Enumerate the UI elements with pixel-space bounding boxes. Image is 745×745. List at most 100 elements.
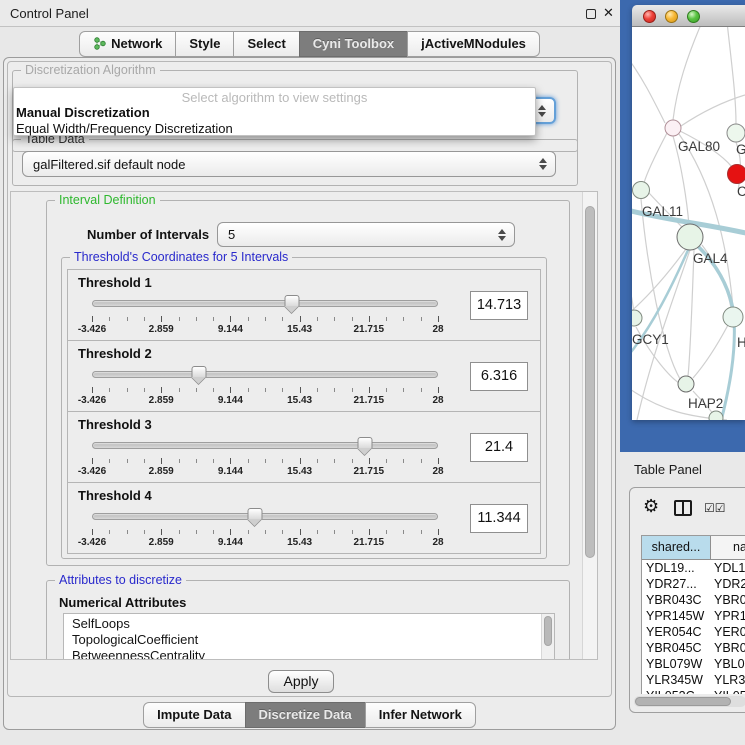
zoom-traffic-light-icon[interactable]	[687, 10, 700, 23]
network-view-window: GAL80 G GAL11 C GAL4 GCY1 H HAP2	[632, 5, 745, 420]
slider-track[interactable]	[92, 300, 438, 307]
tab-jactivemnodules[interactable]: jActiveMNodules	[407, 31, 540, 57]
threshold-slider[interactable]	[92, 295, 438, 313]
cell-shared-name: YBR043C	[642, 592, 711, 608]
threshold-value-field[interactable]: 14.713	[470, 291, 528, 320]
close-traffic-light-icon[interactable]	[643, 10, 656, 23]
tab-cyni-toolbox[interactable]: Cyni Toolbox	[299, 31, 408, 57]
threshold-value-field[interactable]: 11.344	[470, 504, 528, 533]
numerical-attributes-label: Numerical Attributes	[59, 595, 186, 610]
close-icon[interactable]: ✕	[603, 5, 614, 21]
threshold-value-field[interactable]: 21.4	[470, 433, 528, 462]
slider-track[interactable]	[92, 442, 438, 449]
attribute-list-item[interactable]: TopologicalCoefficient	[72, 632, 554, 648]
threshold-label: Threshold 4	[78, 488, 152, 503]
cell-name: YPR145W	[711, 608, 745, 624]
column-header-shared-name[interactable]: shared...	[642, 536, 711, 560]
tab-infer-network[interactable]: Infer Network	[365, 702, 476, 728]
group-label: Interval Definition	[55, 193, 160, 207]
algorithm-option-1[interactable]: Manual Discretization	[16, 105, 150, 120]
node-table[interactable]: shared... name YDL19...YDL19...YDR27...Y…	[641, 535, 745, 694]
threshold-slider[interactable]	[92, 508, 438, 526]
scrollbar-thumb[interactable]	[544, 616, 552, 646]
number-of-intervals-label: Number of Intervals	[87, 227, 209, 242]
number-of-intervals-combobox[interactable]: 5	[217, 222, 515, 247]
attributes-list-scrollbar[interactable]	[541, 614, 554, 660]
node-bottom	[709, 411, 723, 420]
table-row[interactable]: YBR045CYBR045C	[642, 640, 745, 656]
group-label: Discretization Algorithm	[21, 63, 160, 77]
table-row[interactable]: YLR345WYLR345W	[642, 672, 745, 688]
checkbox-icons[interactable]: ☑☑	[704, 501, 726, 515]
tab-label: Infer Network	[379, 707, 462, 722]
node-label: HAP2	[688, 396, 723, 411]
threshold-slider[interactable]	[92, 366, 438, 384]
cell-shared-name: YDL19...	[642, 560, 711, 576]
table-window: ⚙ ☑☑ shared... name YDL19...YDL19...YDR2…	[629, 487, 745, 713]
cell-shared-name: YBR045C	[642, 640, 711, 656]
tab-style[interactable]: Style	[175, 31, 234, 57]
threshold-row-4: Threshold 4-3.4262.8599.14415.4321.71528…	[67, 482, 541, 554]
float-window-icon[interactable]	[586, 9, 596, 19]
apply-button[interactable]: Apply	[268, 670, 334, 693]
threshold-rows: Threshold 1-3.4262.8599.14415.4321.71528…	[67, 270, 541, 554]
attribute-list-item[interactable]: BetweennessCentrality	[72, 648, 554, 660]
thresholds-group: Threshold's Coordinates for 5 Intervals …	[61, 257, 547, 559]
table-row[interactable]: YBL079WYBL079W	[642, 656, 745, 672]
table-panel: Table Panel ⚙ ☑☑ shared... name YDL19...…	[620, 452, 745, 745]
table-row[interactable]: YIL052CYIL052C	[642, 688, 745, 694]
tab-label: Discretize Data	[259, 707, 352, 722]
node-gcy1	[632, 310, 642, 326]
scrollbar-thumb[interactable]	[585, 206, 595, 558]
algorithm-option-2[interactable]: Equal Width/Frequency Discretization	[16, 121, 233, 136]
table-horizontal-scrollbar[interactable]	[634, 696, 745, 707]
cell-name: YBR043C	[711, 592, 745, 608]
table-body: YDL19...YDL19...YDR27...YDR27...YBR043CY…	[642, 560, 745, 694]
network-canvas[interactable]: GAL80 G GAL11 C GAL4 GCY1 H HAP2	[632, 27, 745, 420]
tab-impute-data[interactable]: Impute Data	[143, 702, 245, 728]
cell-name: YBR045C	[711, 640, 745, 656]
cell-name: YIL052C	[711, 688, 745, 694]
slider-thumb[interactable]	[247, 508, 262, 519]
threshold-row-1: Threshold 1-3.4262.8599.14415.4321.71528…	[67, 269, 541, 341]
threshold-value-field[interactable]: 6.316	[470, 362, 528, 391]
threshold-label: Threshold 3	[78, 417, 152, 432]
network-window-titlebar[interactable]	[632, 5, 745, 27]
screenshot-stage: Control Panel ✕ NetworkStyleSelectCyni T…	[0, 0, 745, 745]
numerical-attributes-list[interactable]: SelfLoopsTopologicalCoefficientBetweenne…	[63, 613, 555, 660]
interval-definition-group: Interval Definition Number of Intervals …	[46, 200, 570, 566]
slider-ticks	[92, 458, 438, 465]
cell-name: YBL079W	[711, 656, 745, 672]
table-row[interactable]: YDR27...YDR27...	[642, 576, 745, 592]
threshold-slider[interactable]	[92, 437, 438, 455]
cell-name: YER054C	[711, 624, 745, 640]
group-label: Threshold's Coordinates for 5 Intervals	[70, 250, 292, 264]
attribute-list-item[interactable]: SelfLoops	[72, 616, 554, 632]
slider-thumb[interactable]	[284, 295, 299, 306]
algorithm-prompt: Select algorithm to view settings	[14, 90, 535, 105]
slider-track[interactable]	[92, 371, 438, 378]
table-row[interactable]: YER054CYER054C	[642, 624, 745, 640]
tab-discretize-data[interactable]: Discretize Data	[245, 702, 366, 728]
cell-name: YLR345W	[711, 672, 745, 688]
threshold-row-2: Threshold 2-3.4262.8599.14415.4321.71528…	[67, 340, 541, 412]
slider-track[interactable]	[92, 513, 438, 520]
table-row[interactable]: YDL19...YDL19...	[642, 560, 745, 576]
settings-vertical-scrollbar[interactable]	[582, 192, 597, 659]
slider-thumb[interactable]	[358, 437, 373, 448]
stepper-arrows-icon	[498, 229, 506, 241]
tab-network[interactable]: Network	[79, 31, 176, 57]
tab-label: Style	[189, 36, 220, 51]
minimize-traffic-light-icon[interactable]	[665, 10, 678, 23]
table-row[interactable]: YPR145WYPR145W	[642, 608, 745, 624]
tab-select[interactable]: Select	[233, 31, 299, 57]
cell-name: YDL19...	[711, 560, 745, 576]
column-header-name[interactable]: name	[711, 536, 745, 560]
control-panel: Control Panel ✕ NetworkStyleSelectCyni T…	[0, 0, 620, 745]
table-row[interactable]: YBR043CYBR043C	[642, 592, 745, 608]
gear-icon[interactable]: ⚙	[643, 496, 659, 517]
scrollbar-thumb[interactable]	[635, 697, 731, 706]
table-data-combobox[interactable]: galFiltered.sif default node	[22, 151, 556, 177]
slider-thumb[interactable]	[192, 366, 207, 377]
split-columns-icon[interactable]	[674, 500, 692, 516]
